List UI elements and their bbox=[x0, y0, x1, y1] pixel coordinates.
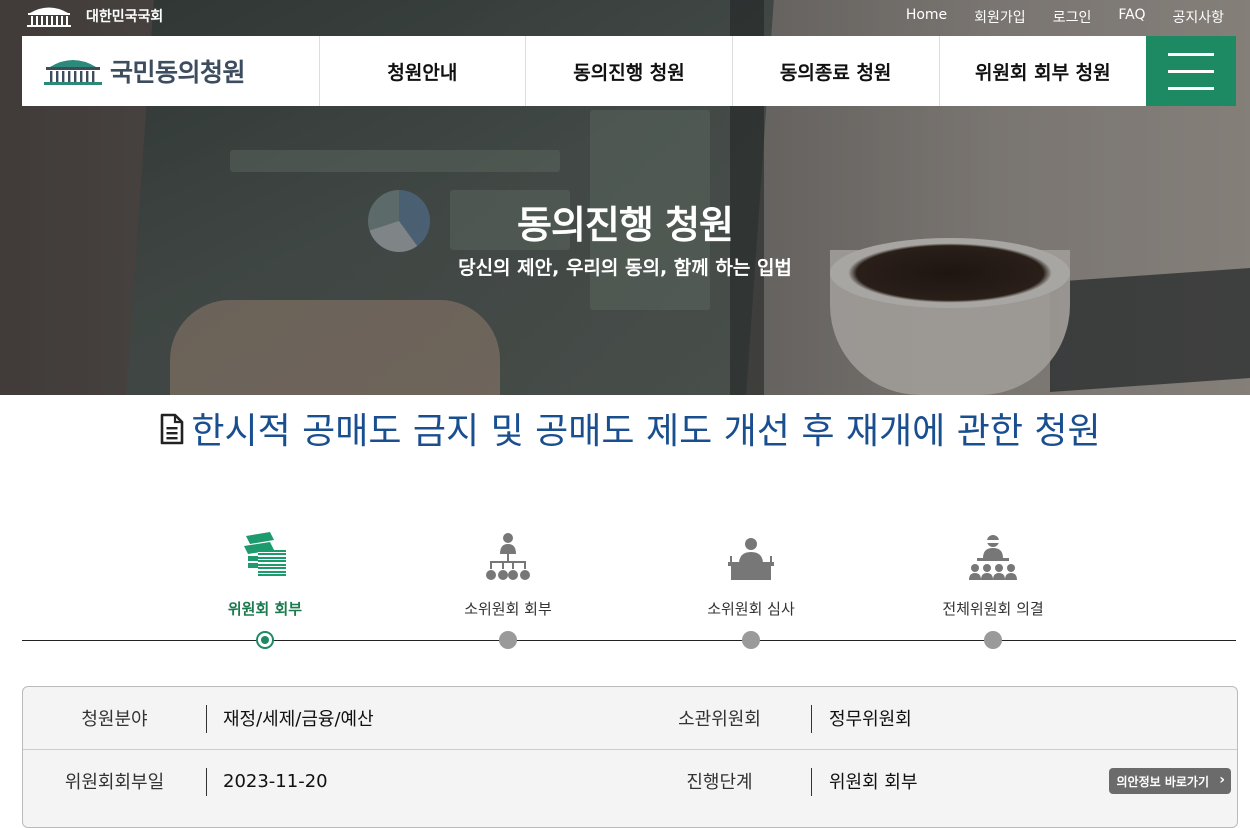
main-nav: 국민동의청원 청원안내 동의진행 청원 동의종료 청원 위원회 회부 청원 bbox=[22, 36, 1236, 106]
step-subcommittee-review: 소위원회 심사 bbox=[651, 520, 851, 619]
info-row: 청원분야 재정/세제/금융/예산 소관위원회 정무위원회 bbox=[23, 687, 1237, 750]
step-label: 전체위원회 의결 bbox=[942, 600, 1044, 618]
divider bbox=[811, 705, 812, 733]
chevron-right-icon: › bbox=[1219, 772, 1225, 788]
field-label: 위원회회부일 bbox=[64, 772, 165, 793]
menu-closed-petitions[interactable]: 동의종료 청원 bbox=[733, 36, 940, 106]
home-link[interactable]: Home bbox=[906, 7, 947, 27]
step-dot bbox=[742, 631, 760, 649]
field-label: 소관위원회 bbox=[678, 709, 761, 730]
hero-subtitle: 당신의 제안, 우리의 동의, 함께 하는 입법 bbox=[458, 257, 792, 279]
field-label: 청원분야 bbox=[81, 709, 148, 730]
divider bbox=[206, 705, 207, 733]
info-row: 위원회회부일 2023-11-20 진행단계 위원회 회부 의안정보 바로가기 … bbox=[23, 750, 1237, 812]
menu-committee-referred-petitions[interactable]: 위원회 회부 청원 bbox=[940, 36, 1147, 106]
hero-title: 동의진행 청원 bbox=[517, 203, 734, 247]
divider bbox=[206, 768, 207, 796]
field-value: 재정/세제/금융/예산 bbox=[223, 709, 374, 730]
step-dot bbox=[984, 631, 1002, 649]
menu-petition-guide[interactable]: 청원안내 bbox=[320, 36, 527, 106]
assembly-building-icon bbox=[27, 7, 71, 27]
org-chart-icon bbox=[408, 520, 608, 582]
national-assembly-logo[interactable]: 대한민국국회 bbox=[26, 4, 163, 28]
faq-link[interactable]: FAQ bbox=[1118, 7, 1145, 27]
field-value: 위원회 회부 bbox=[829, 772, 918, 793]
menu-ongoing-petitions[interactable]: 동의진행 청원 bbox=[526, 36, 733, 106]
step-full-committee-vote: 전체위원회 의결 bbox=[893, 520, 1093, 619]
national-assembly-name: 대한민국국회 bbox=[86, 9, 164, 25]
login-link[interactable]: 로그인 bbox=[1053, 7, 1092, 27]
petition-title-text: 한시적 공매도 금지 및 공매도 제도 개선 후 재개에 관한 청원 bbox=[191, 411, 1101, 452]
hamburger-line bbox=[1168, 52, 1215, 56]
bill-info-button-label: 의안정보 바로가기 bbox=[1116, 774, 1210, 789]
petition-title: 한시적 공매도 금지 및 공매도 제도 개선 후 재개에 관한 청원 bbox=[130, 410, 1130, 454]
field-value: 2023-11-20 bbox=[223, 770, 328, 792]
hamburger-line bbox=[1168, 86, 1215, 90]
field-value: 정무위원회 bbox=[829, 709, 912, 730]
step-label: 소위원회 회부 bbox=[464, 600, 552, 618]
utility-nav: Home 회원가입 로그인 FAQ 공지사항 bbox=[906, 7, 1224, 27]
field-label: 진행단계 bbox=[686, 772, 753, 793]
step-subcommittee-referral: 소위원회 회부 bbox=[408, 520, 608, 619]
hamburger-line bbox=[1168, 69, 1215, 73]
progress-line bbox=[22, 640, 1236, 641]
step-label: 위원회 회부 bbox=[227, 600, 303, 618]
hamburger-menu-button[interactable] bbox=[1146, 36, 1236, 106]
brand-name: 국민동의청원 bbox=[110, 58, 246, 87]
signup-link[interactable]: 회원가입 bbox=[974, 7, 1026, 27]
site-brand[interactable]: 국민동의청원 bbox=[22, 36, 320, 106]
step-label: 소위원회 심사 bbox=[707, 600, 795, 618]
step-dot bbox=[499, 631, 517, 649]
podium-speaker-icon bbox=[651, 520, 851, 582]
step-committee-referral: 위원회 회부 bbox=[165, 520, 365, 619]
assembly-icon bbox=[893, 520, 1093, 582]
divider bbox=[811, 768, 812, 796]
notice-link[interactable]: 공지사항 bbox=[1172, 7, 1224, 27]
document-icon bbox=[161, 413, 184, 445]
documents-stack-icon bbox=[165, 520, 365, 582]
bill-info-button[interactable]: 의안정보 바로가기 › bbox=[1108, 768, 1231, 794]
brand-logo-icon bbox=[44, 60, 102, 85]
petition-info-table: 청원분야 재정/세제/금융/예산 소관위원회 정무위원회 위원회회부일 2023… bbox=[22, 686, 1238, 828]
step-dot-active bbox=[256, 631, 274, 649]
